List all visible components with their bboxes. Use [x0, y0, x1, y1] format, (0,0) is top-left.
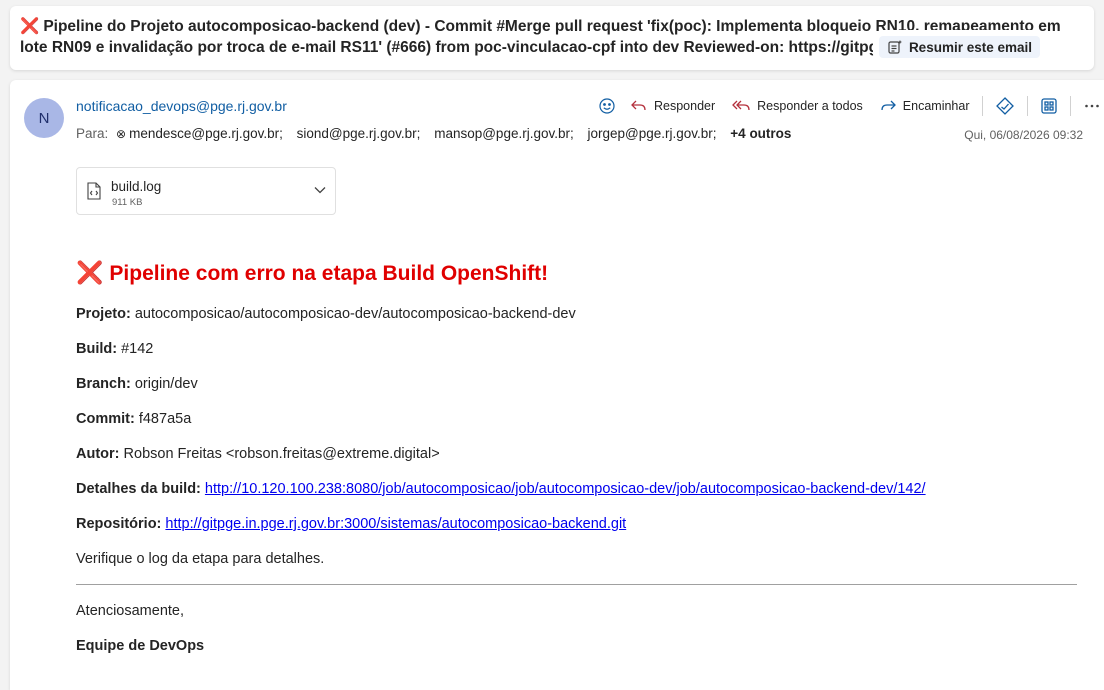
email-card: N notificacao_devops@pge.rj.gov.br Respo…: [10, 80, 1104, 690]
build-line: Build: #142: [76, 341, 154, 357]
branch-line: Branch: origin/dev: [76, 376, 198, 392]
sender-address[interactable]: notificacao_devops@pge.rj.gov.br: [76, 98, 287, 114]
error-x-icon: ❌: [76, 260, 104, 285]
forward-button[interactable]: Encaminhar: [879, 98, 970, 114]
more-recipients-link[interactable]: +4 outros: [730, 126, 791, 141]
subject-card: ❌ Pipeline do Projeto autocomposicao-back…: [10, 6, 1094, 70]
forward-label: Encaminhar: [902, 99, 970, 113]
repository-link[interactable]: http://gitpge.in.pge.rj.gov.br:3000/sist…: [165, 516, 626, 532]
summarize-email-button[interactable]: Resumir este email: [878, 36, 1040, 58]
author-line: Autor: Robson Freitas <robson.freitas@ex…: [76, 446, 440, 462]
recipient[interactable]: jorgep@pge.rj.gov.br;: [588, 126, 717, 141]
email-heading: ❌ Pipeline com erro na etapa Build OpenSh…: [76, 260, 549, 285]
project-line: Projeto: autocomposicao/autocomposicao-d…: [76, 306, 576, 322]
recipient[interactable]: siond@pge.rj.gov.br;: [297, 126, 421, 141]
toolbar-divider: [1069, 96, 1071, 116]
tag-button[interactable]: [995, 96, 1015, 116]
regards-text: Atenciosamente,: [76, 603, 185, 619]
toolbar-divider: [1026, 96, 1028, 116]
message-actions: Responder Responder a todos Encaminhar: [598, 94, 1101, 118]
attachment-name: build.log: [111, 179, 162, 194]
repository-line: Repositório: http://gitpge.in.pge.rj.gov…: [76, 516, 627, 532]
build-details-line: Detalhes da build: http://10.120.100.238…: [76, 481, 926, 497]
attachment-size: 911 KB: [112, 197, 143, 208]
attachment-build-log[interactable]: build.log 911 KB: [76, 167, 336, 215]
summarize-label: Resumir este email: [908, 39, 1032, 55]
more-icon: [1084, 104, 1099, 108]
recipient[interactable]: mansop@pge.rj.gov.br;: [434, 126, 574, 141]
emoji-react-button[interactable]: [598, 97, 616, 115]
apps-button[interactable]: [1040, 97, 1058, 115]
to-label: Para:: [76, 126, 109, 141]
more-options-button[interactable]: [1083, 97, 1101, 115]
tag-icon: [995, 97, 1014, 115]
reply-all-label: Responder a todos: [757, 99, 863, 113]
divider: [76, 584, 1077, 585]
emoji-icon: [599, 98, 615, 114]
toolbar-divider: [981, 96, 983, 116]
recipients-line: Para: ⊗ mendesce@pge.rj.gov.br; siond@pge…: [76, 126, 791, 141]
reply-icon: [631, 100, 646, 111]
recipient[interactable]: ⊗ mendesce@pge.rj.gov.br;: [116, 126, 283, 141]
reply-label: Responder: [654, 99, 716, 113]
apps-icon: [1040, 98, 1057, 114]
commit-line: Commit: f487a5a: [76, 411, 192, 427]
avatar[interactable]: N: [24, 98, 64, 138]
sent-date: Qui, 06/08/2026 09:32: [964, 128, 1083, 142]
team-signature: Equipe de DevOps: [76, 638, 205, 654]
reply-button[interactable]: Responder: [630, 98, 715, 114]
forward-icon: [881, 100, 896, 111]
check-log-text: Verifique o log da etapa para detalhes.: [76, 551, 325, 567]
reply-all-icon: [732, 100, 750, 111]
chevron-down-icon[interactable]: [313, 183, 327, 197]
code-file-icon: [87, 182, 101, 200]
summarize-icon: [887, 39, 903, 55]
reply-all-button[interactable]: Responder a todos: [731, 98, 863, 114]
error-x-icon: ❌: [20, 18, 40, 35]
remove-recipient-icon: ⊗: [116, 127, 127, 141]
build-details-link[interactable]: http://10.120.100.238:8080/job/autocompo…: [205, 481, 926, 497]
